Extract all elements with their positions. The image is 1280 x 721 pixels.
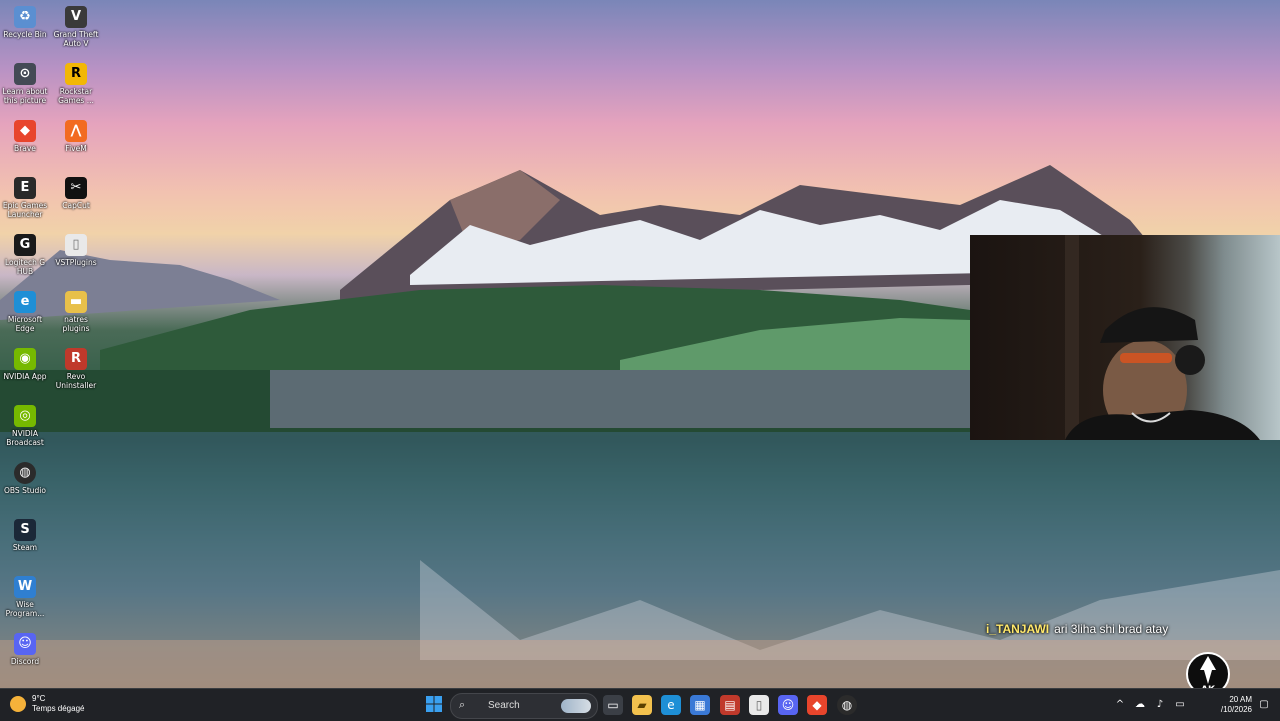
taskbar-clock[interactable]: 20 AM /10/2026 <box>1198 695 1252 715</box>
search-highlight-icon <box>561 699 591 713</box>
fivem-icon: ⋀ <box>65 120 87 142</box>
red-app-icon: ▤ <box>724 698 736 712</box>
desktop-icon-natres-plugins[interactable]: ▬ natres plugins <box>51 291 101 333</box>
desktop-icon-microsoft-edge[interactable]: e Microsoft Edge <box>0 291 50 333</box>
desktop-icon-nvidia-broadcast[interactable]: ◎ NVIDIA Broadcast <box>0 405 50 447</box>
desktop-icon-label: NVIDIA Broadcast <box>6 429 44 447</box>
desktop-icon-label: Discord <box>10 657 40 666</box>
desktop-icon-wise-program[interactable]: W Wise Program... <box>0 576 50 618</box>
recycle-bin-icon: ♻ <box>14 6 36 28</box>
camera-icon: ⊙ <box>14 63 36 85</box>
brave-icon: ◆ <box>812 698 822 712</box>
obs-icon: ◍ <box>841 698 853 712</box>
clock-time: 20 AM <box>1229 695 1252 704</box>
desktop-icon-steam[interactable]: S Steam <box>0 519 50 552</box>
stream-chat-message: i_TANJAWI ari 3liha shi brad atay <box>986 622 1168 636</box>
desktop-icon-label: Rockstar Games ... <box>58 87 94 105</box>
desktop-icon-label: FiveM <box>65 144 87 153</box>
document-icon: ▯ <box>755 698 763 712</box>
webcam-overlay <box>970 235 1280 440</box>
brave-taskbar-button[interactable]: ◆ <box>807 695 827 715</box>
obs-icon: ◍ <box>14 462 36 484</box>
epic-games-icon: E <box>14 177 36 199</box>
desktop-icon-label: Steam <box>12 543 38 552</box>
desktop-icon-label: NVIDIA App <box>3 372 47 381</box>
file-icon: ▯ <box>65 234 87 256</box>
desktop-icon-logitech-g-hub[interactable]: G Logitech G HUB <box>0 234 50 276</box>
desktop-icon-label: Wise Program... <box>5 600 45 618</box>
weather-widget[interactable]: 9°C Temps dégagé <box>10 694 84 714</box>
desktop-icon-rockstar-games[interactable]: R Rockstar Games ... <box>51 63 101 105</box>
desktop-icon-label: Brave <box>14 144 36 153</box>
microphone-icon[interactable]: ♪ <box>1150 695 1170 715</box>
weather-temperature: 9°C <box>32 694 46 703</box>
onedrive-icon[interactable]: ☁ <box>1130 695 1150 715</box>
desktop-icon-label: Recycle Bin <box>3 30 47 39</box>
discord-taskbar-button[interactable]: ☺ <box>778 695 798 715</box>
start-button[interactable] <box>424 695 444 715</box>
obs-taskbar-button[interactable]: ◍ <box>837 695 857 715</box>
desktop-icon-vstplugins[interactable]: ▯ VSTPlugins <box>51 234 101 267</box>
red-app-button[interactable]: ▤ <box>720 695 740 715</box>
task-view-button[interactable]: ▭ <box>603 695 623 715</box>
desktop-icon-discord[interactable]: ☺ Discord <box>0 633 50 666</box>
desktop-icon-revo-uninstaller[interactable]: R Revo Uninstaller <box>51 348 101 390</box>
discord-icon: ☺ <box>14 633 36 655</box>
capcut-icon: ✂ <box>65 177 87 199</box>
wise-program-icon: W <box>14 576 36 598</box>
document-button[interactable]: ▯ <box>749 695 769 715</box>
desktop-icon-nvidia-app[interactable]: ◉ NVIDIA App <box>0 348 50 381</box>
desktop-icon-fivem[interactable]: ⋀ FiveM <box>51 120 101 153</box>
desktop-icon-label: Revo Uninstaller <box>55 372 97 390</box>
tray-chevron-icon[interactable]: ^ <box>1110 695 1130 715</box>
edge-icon: e <box>14 291 36 313</box>
steam-icon: S <box>14 519 36 541</box>
file-explorer-icon: ▰ <box>637 698 647 712</box>
search-icon: ⌕ <box>459 698 466 711</box>
desktop-icon-label: Learn about this picture <box>2 87 48 105</box>
revo-icon: R <box>65 348 87 370</box>
logitech-icon: G <box>14 234 36 256</box>
folder-icon: ▬ <box>65 291 87 313</box>
windows-start-icon <box>426 696 442 712</box>
microsoft-store-icon: ▦ <box>694 698 706 712</box>
task-view-icon: ▭ <box>607 698 619 712</box>
notification-icon[interactable]: ▢ <box>1254 695 1274 715</box>
desktop-icon-recycle-bin[interactable]: ♻ Recycle Bin <box>0 6 50 39</box>
microsoft-store-button[interactable]: ▦ <box>690 695 710 715</box>
search-label: Search <box>488 700 520 711</box>
desktop-icon-gta-v[interactable]: V Grand Theft Auto V <box>51 6 101 48</box>
desktop-icon-label: Microsoft Edge <box>7 315 43 333</box>
desktop-icon-label: CapCut <box>62 201 90 210</box>
taskbar: 9°C Temps dégagé ⌕ Search ▭ ▰ e ▦ ▤ ▯ ☺ … <box>0 688 1280 721</box>
taskbar-search[interactable]: ⌕ Search <box>450 693 598 719</box>
weather-moon-icon <box>10 696 26 712</box>
desktop-icon-label: natres plugins <box>62 315 90 333</box>
weather-description: Temps dégagé <box>32 704 85 713</box>
nvidia-broadcast-icon: ◎ <box>14 405 36 427</box>
discord-icon: ☺ <box>781 698 795 712</box>
desktop-icon-label: OBS Studio <box>4 486 46 495</box>
desktop-icon-learn-about-picture[interactable]: ⊙ Learn about this picture <box>0 63 50 105</box>
desktop-icon-brave[interactable]: ◆ Brave <box>0 120 50 153</box>
nvidia-icon: ◉ <box>14 348 36 370</box>
edge-icon: e <box>667 698 675 712</box>
chat-message-text: ari 3liha shi brad atay <box>1054 622 1169 636</box>
desktop-icon-epic-games[interactable]: E Epic Games Launcher <box>0 177 50 219</box>
gta-v-icon: V <box>65 6 87 28</box>
clock-date: /10/2026 <box>1220 705 1252 714</box>
desktop-icon-label: Logitech G HUB <box>4 258 46 276</box>
desktop-icon-capcut[interactable]: ✂ CapCut <box>51 177 101 210</box>
streamer-camera-feed <box>1065 235 1260 440</box>
desktop-icon-obs-studio[interactable]: ◍ OBS Studio <box>0 462 50 495</box>
desktop-icon-label: VSTPlugins <box>55 258 97 267</box>
desktop-icon-label: Grand Theft Auto V <box>53 30 99 48</box>
brave-icon: ◆ <box>14 120 36 142</box>
file-explorer-button[interactable]: ▰ <box>632 695 652 715</box>
network-icon[interactable]: ▭ <box>1170 695 1190 715</box>
desktop-icon-label: Epic Games Launcher <box>2 201 48 219</box>
rockstar-icon: R <box>65 63 87 85</box>
chat-username: i_TANJAWI <box>986 622 1050 636</box>
edge-button[interactable]: e <box>661 695 681 715</box>
